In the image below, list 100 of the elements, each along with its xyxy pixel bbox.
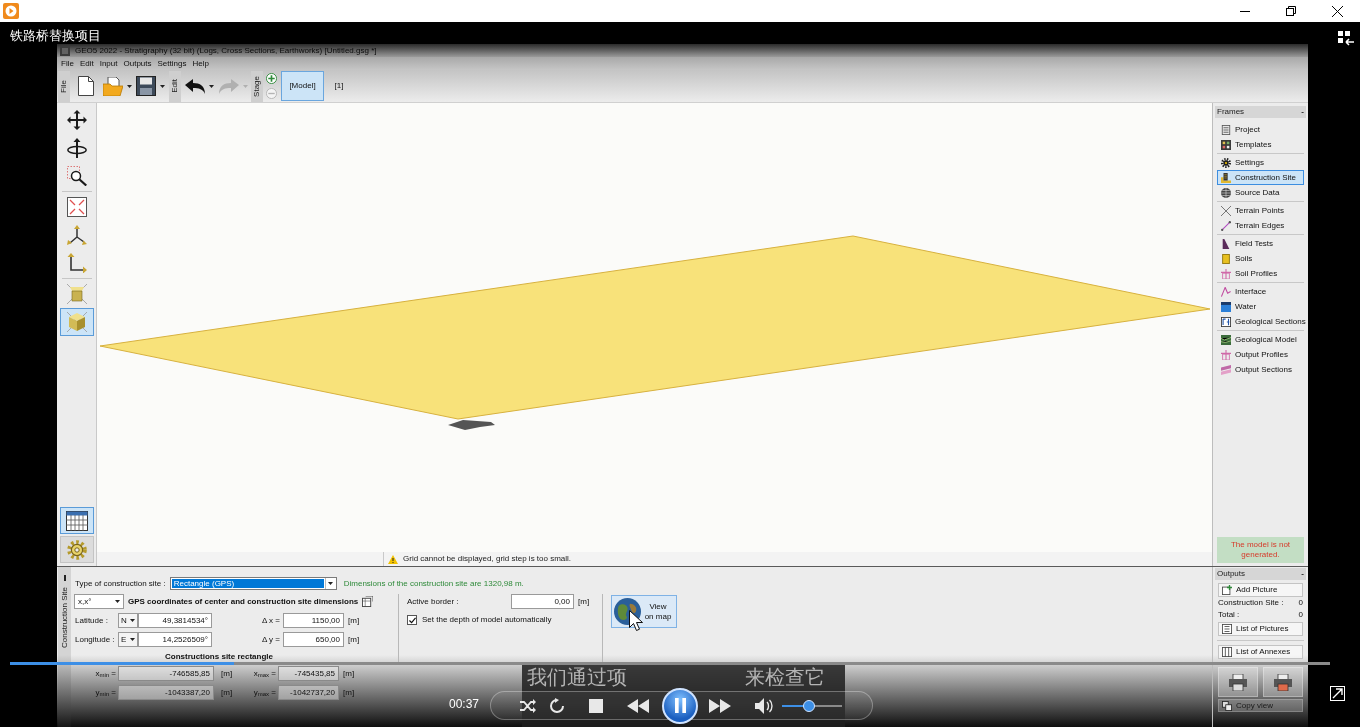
minimize-icon bbox=[1240, 10, 1250, 12]
frame-item[interactable]: Field Tests bbox=[1217, 236, 1304, 251]
shuffle-button[interactable] bbox=[520, 697, 536, 714]
expand-button[interactable] bbox=[1330, 686, 1345, 701]
axes-icon bbox=[66, 225, 87, 245]
readonly-field[interactable]: -746585,85 bbox=[118, 666, 214, 681]
progress-track[interactable] bbox=[10, 662, 1330, 665]
previous-button[interactable] bbox=[627, 698, 649, 713]
unit-label: [m] bbox=[348, 633, 360, 646]
menu-item[interactable]: Edit bbox=[79, 59, 94, 68]
stage-tab[interactable]: [1] bbox=[328, 71, 350, 101]
frame-item[interactable]: Project bbox=[1217, 122, 1304, 137]
new-file-button[interactable] bbox=[76, 73, 96, 99]
menu-item[interactable]: Outputs bbox=[123, 59, 152, 68]
subtitle-text: 我们通过项 bbox=[527, 666, 627, 688]
print-button[interactable] bbox=[1218, 667, 1258, 697]
info-message: Dimensions of the construction site are 1320,98 m. bbox=[343, 577, 524, 590]
frame-item[interactable]: Geological Model bbox=[1217, 332, 1304, 347]
model-status-message: The model is not generated. bbox=[1217, 537, 1304, 563]
dimension-field[interactable]: 650,00 bbox=[283, 632, 344, 647]
elapsed-time: 00:37 bbox=[449, 697, 480, 711]
field-label: x$_{max}$ = bbox=[252, 667, 277, 680]
site-type-dropdown[interactable]: Rectangle (GPS) bbox=[169, 577, 337, 590]
count-label: Total : bbox=[1218, 609, 1240, 621]
frame-item[interactable]: Terrain Points bbox=[1217, 203, 1304, 218]
menu-item[interactable]: Settings bbox=[157, 59, 187, 68]
readonly-field[interactable]: -1042737,20 bbox=[278, 685, 339, 700]
field-label: Longitude : bbox=[75, 633, 116, 646]
exit-fullscreen-button[interactable] bbox=[1338, 31, 1354, 47]
hemisphere-dropdown[interactable]: E bbox=[118, 632, 138, 647]
profile-icon bbox=[1221, 268, 1231, 279]
list-of-pictures-button[interactable]: List of Pictures bbox=[1218, 622, 1303, 636]
caret-icon bbox=[127, 84, 132, 88]
frame-item[interactable]: Templates bbox=[1217, 137, 1304, 152]
undo-icon bbox=[185, 78, 205, 94]
frame-item[interactable]: Source Data bbox=[1217, 185, 1304, 200]
menu-item[interactable]: Help bbox=[192, 59, 209, 68]
copy-icon bbox=[1222, 700, 1232, 711]
list-of-annexes-button[interactable]: List of Annexes bbox=[1218, 645, 1303, 659]
polyline-icon bbox=[1221, 286, 1231, 297]
add-stage-button[interactable] bbox=[266, 73, 277, 84]
printer-icon bbox=[1274, 673, 1292, 691]
frame-item[interactable]: Interface bbox=[1217, 284, 1304, 299]
copy-view-button[interactable]: Copy view bbox=[1218, 699, 1303, 712]
vertical-tab[interactable]: Construction Site bbox=[58, 567, 71, 727]
map-grid-icon bbox=[362, 596, 374, 607]
stage-tab[interactable]: [Model] bbox=[281, 71, 324, 101]
cross-icon bbox=[1221, 205, 1231, 216]
frame-item[interactable]: Construction Site bbox=[1217, 170, 1304, 185]
expand-icon bbox=[1330, 686, 1345, 701]
frame-item[interactable]: Output Sections bbox=[1217, 362, 1304, 377]
template-icon bbox=[1221, 139, 1231, 150]
frame-item[interactable]: Terrain Edges bbox=[1217, 218, 1304, 233]
field-label: y$_{max}$ = bbox=[252, 686, 277, 699]
line-icon bbox=[1221, 220, 1231, 231]
frame-item[interactable]: Settings bbox=[1217, 155, 1304, 170]
coordinate-field[interactable]: 49,3814534° bbox=[138, 613, 212, 628]
panel-title: Outputs bbox=[1217, 568, 1245, 580]
readonly-field[interactable]: -1043387,20 bbox=[118, 685, 214, 700]
collapse-toggle[interactable]: - bbox=[1301, 568, 1304, 580]
collapse-toggle[interactable]: - bbox=[1301, 106, 1304, 118]
frame-item[interactable]: Soil Profiles bbox=[1217, 266, 1304, 281]
coordinate-field[interactable]: 14,2526509° bbox=[138, 632, 212, 647]
add-picture-icon bbox=[1222, 585, 1232, 595]
menu-item[interactable]: File bbox=[61, 59, 74, 68]
settings-icon bbox=[1221, 157, 1231, 168]
document-icon bbox=[1221, 124, 1231, 135]
repeat-button[interactable] bbox=[549, 697, 565, 714]
volume-button[interactable] bbox=[755, 697, 773, 714]
checkbox-label: Set the depth of model automatically bbox=[422, 614, 552, 626]
caret-icon bbox=[243, 84, 248, 88]
dimension-field[interactable]: 1150,00 bbox=[283, 613, 344, 628]
frame-item[interactable]: Output Profiles bbox=[1217, 347, 1304, 362]
add-picture-button[interactable]: Add Picture bbox=[1218, 583, 1303, 597]
menu-item[interactable]: Input bbox=[99, 59, 118, 68]
annex-list-icon bbox=[1222, 647, 1232, 657]
print-button[interactable] bbox=[1263, 667, 1303, 697]
frame-item[interactable]: Water bbox=[1217, 299, 1304, 314]
settings-button[interactable] bbox=[59, 536, 94, 563]
hemisphere-dropdown[interactable]: N bbox=[118, 613, 138, 628]
view-on-map-button[interactable]: View on map bbox=[611, 595, 677, 628]
frame-item[interactable]: Soils bbox=[1217, 251, 1304, 266]
format-dropdown[interactable]: x,x° bbox=[74, 594, 124, 609]
fit-view-icon bbox=[66, 197, 87, 217]
table-view-button[interactable] bbox=[59, 507, 94, 534]
count-value: 0 bbox=[1298, 609, 1303, 621]
soil-icon bbox=[1221, 253, 1231, 264]
next-button[interactable] bbox=[709, 698, 731, 713]
volume-slider[interactable] bbox=[782, 699, 842, 712]
save-button[interactable] bbox=[136, 73, 165, 99]
active-border-field[interactable]: 0,00 bbox=[511, 594, 574, 609]
frame-item[interactable]: Geological Sections bbox=[1217, 314, 1304, 329]
unit-label: [m] bbox=[348, 614, 360, 627]
plus-icon bbox=[266, 73, 277, 84]
pause-icon bbox=[674, 698, 686, 713]
readonly-field[interactable]: -745435,85 bbox=[278, 666, 339, 681]
table-icon bbox=[65, 510, 88, 531]
checkbox[interactable] bbox=[407, 615, 417, 625]
toolbar-section-label: Stage bbox=[251, 70, 263, 102]
unit-label: [m] bbox=[221, 667, 234, 680]
